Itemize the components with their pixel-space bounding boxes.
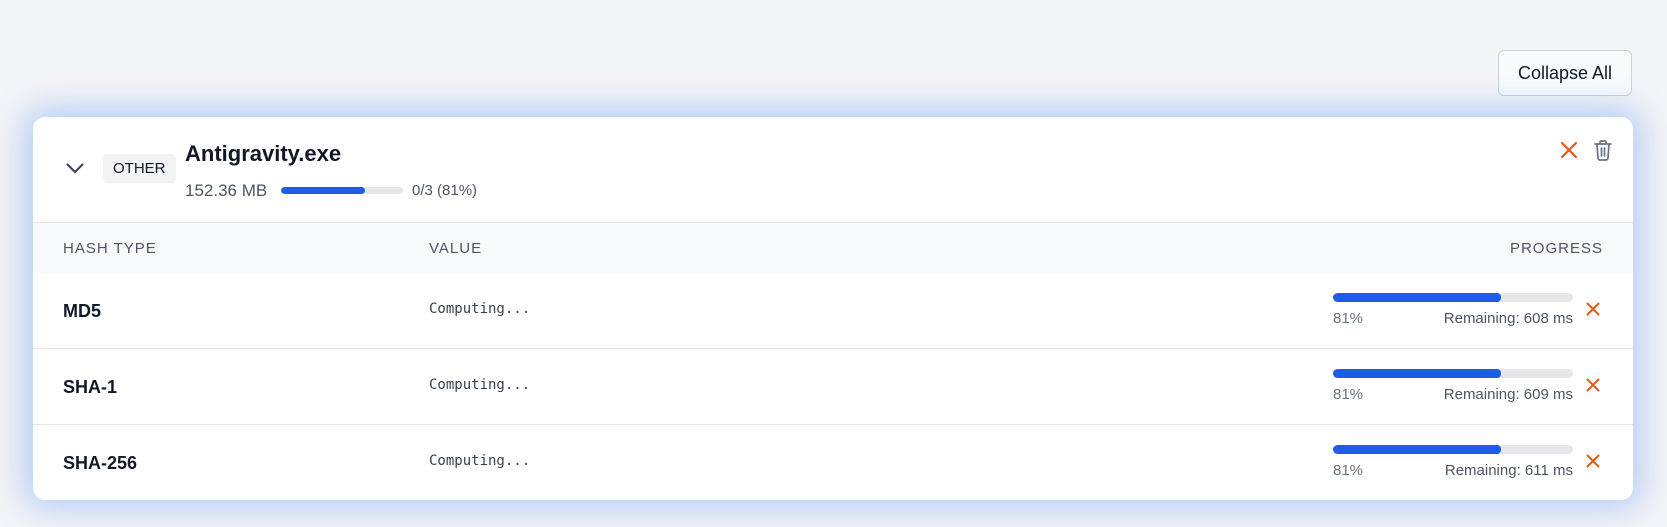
hash-value: Computing... bbox=[429, 301, 531, 317]
hash-type-label: SHA-256 bbox=[63, 453, 138, 473]
hash-progress-bar bbox=[1333, 293, 1573, 302]
file-name: Antigravity.exe bbox=[185, 141, 342, 166]
hash-type-label: SHA-1 bbox=[63, 377, 118, 397]
file-progress-bar bbox=[281, 187, 403, 194]
file-progress-text: 0/3 (81%) bbox=[412, 182, 478, 199]
chevron-down-icon[interactable] bbox=[63, 156, 87, 180]
hash-progress-percent: 81% bbox=[1333, 310, 1364, 327]
file-hash-card: OTHER Antigravity.exe 152.36 MB 0/3 (81%… bbox=[33, 117, 1633, 500]
column-header-progress: PROGRESS bbox=[1509, 240, 1603, 257]
hash-progress-fill bbox=[1333, 369, 1501, 378]
hash-progress-fill bbox=[1333, 445, 1501, 454]
close-icon[interactable] bbox=[1583, 451, 1603, 471]
hash-type-label: MD5 bbox=[63, 301, 102, 321]
column-header-hash-type: HASH TYPE bbox=[63, 240, 157, 257]
table-row: SHA-256 Computing... 81% Remaining: 611 … bbox=[33, 425, 1633, 500]
table-row: MD5 Computing... 81% Remaining: 608 ms bbox=[33, 273, 1633, 349]
hash-table-header: HASH TYPE VALUE PROGRESS bbox=[33, 223, 1633, 273]
column-header-value: VALUE bbox=[429, 240, 483, 257]
file-progress-fill bbox=[281, 187, 366, 194]
hash-progress-bar bbox=[1333, 369, 1573, 378]
hash-progress-bar bbox=[1333, 445, 1573, 454]
hash-value: Computing... bbox=[429, 453, 531, 469]
hash-remaining-time: Remaining: 611 ms bbox=[1444, 462, 1573, 479]
hash-remaining-time: Remaining: 608 ms bbox=[1443, 310, 1573, 327]
file-size: 152.36 MB bbox=[185, 181, 268, 200]
hash-progress-percent: 81% bbox=[1333, 386, 1364, 403]
table-row: SHA-1 Computing... 81% Remaining: 609 ms bbox=[33, 349, 1633, 425]
hash-progress-percent: 81% bbox=[1333, 462, 1364, 479]
trash-icon[interactable] bbox=[1590, 137, 1616, 163]
file-header: OTHER Antigravity.exe 152.36 MB 0/3 (81%… bbox=[33, 117, 1633, 223]
hash-progress-fill bbox=[1333, 293, 1501, 302]
file-type-badge: OTHER bbox=[103, 154, 176, 183]
close-icon[interactable] bbox=[1556, 137, 1582, 163]
collapse-all-button[interactable]: Collapse All bbox=[1498, 50, 1632, 96]
close-icon[interactable] bbox=[1583, 375, 1603, 395]
close-icon[interactable] bbox=[1583, 299, 1603, 319]
hash-remaining-time: Remaining: 609 ms bbox=[1443, 386, 1573, 403]
hash-value: Computing... bbox=[429, 377, 531, 393]
